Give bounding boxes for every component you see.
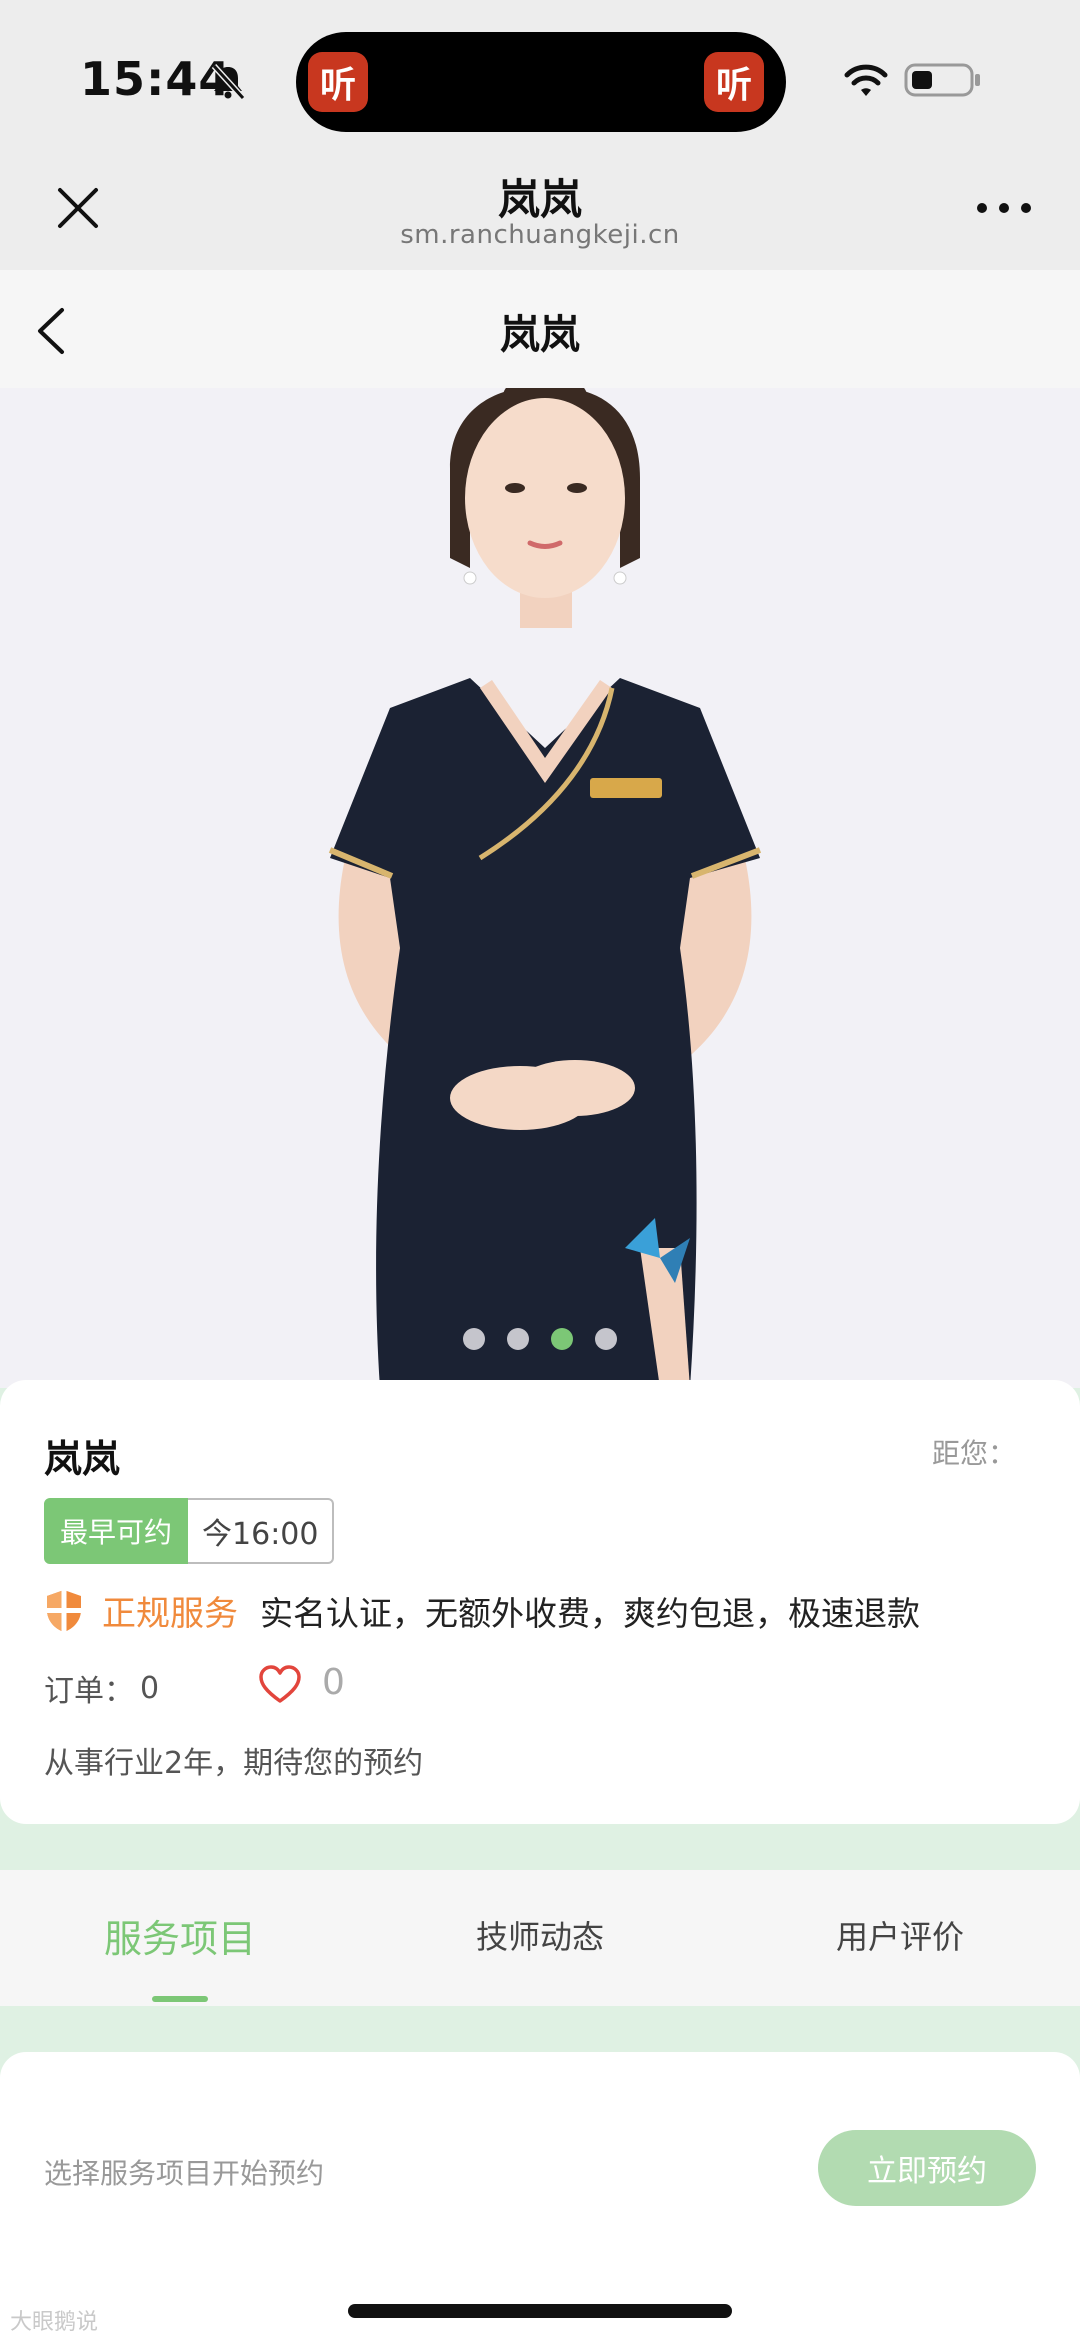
photo-carousel[interactable]: [0, 388, 1080, 1388]
listen-app-icon[interactable]: 听: [308, 52, 368, 112]
heart-icon[interactable]: [258, 1664, 302, 1704]
carousel-dot[interactable]: [507, 1328, 529, 1350]
wifi-icon: [844, 64, 888, 96]
battery-icon: [904, 63, 980, 97]
carousel-dot[interactable]: [551, 1328, 573, 1350]
therapist-info-card: 岚岚 距您： 最早可约 今16:00 正规服务 实名认证，无额外收费，爽约包退，…: [0, 1380, 1080, 1824]
active-tab-indicator: [152, 1996, 208, 2002]
shield-icon: [47, 1589, 81, 1632]
therapist-bio: 从事行业2年，期待您的预约: [44, 1746, 424, 1781]
carousel-dot[interactable]: [463, 1328, 485, 1350]
carousel-dots: [0, 1328, 1080, 1350]
page-nav-bar: 岚岚: [0, 270, 1080, 388]
likes-count: 0: [322, 1662, 345, 1703]
therapist-name: 岚岚: [44, 1437, 121, 1481]
tab-therapist-updates[interactable]: 技师动态: [390, 1912, 690, 1958]
status-bar: 15:44 听 听: [0, 0, 1080, 158]
home-indicator[interactable]: [348, 2304, 732, 2318]
book-now-button[interactable]: 立即预约: [818, 2130, 1036, 2206]
orders-value: 0: [140, 1670, 160, 1706]
browser-header: 岚岚 sm.ranchuangkeji.cn: [0, 158, 1080, 270]
therapist-photo: [0, 388, 1080, 1388]
booking-panel: 选择服务项目开始预约 立即预约: [0, 2052, 1080, 2341]
watermark: 大眼鹅说: [10, 2310, 99, 2335]
browser-title: 岚岚: [497, 175, 582, 224]
content-tabs: 服务项目 技师动态 用户评价: [0, 1870, 1080, 2006]
tab-services[interactable]: 服务项目: [30, 1908, 330, 1963]
service-guarantee: 正规服务 实名认证，无额外收费，爽约包退，极速退款: [44, 1586, 920, 1635]
distance-label: 距您：: [931, 1437, 1016, 1470]
more-dots-icon[interactable]: [974, 188, 1034, 228]
booking-hint: 选择服务项目开始预约: [44, 2157, 325, 2190]
page-title: 岚岚: [500, 312, 580, 358]
bell-slash-icon: [211, 63, 246, 101]
guarantee-tag: 正规服务: [102, 1594, 238, 1634]
carousel-dot[interactable]: [595, 1328, 617, 1350]
guarantee-description: 实名认证，无额外收费，爽约包退，极速退款: [260, 1593, 920, 1633]
orders-count: 订单： 0: [44, 1666, 159, 1710]
orders-label: 订单：: [44, 1674, 134, 1709]
earliest-available: 最早可约 今16:00: [44, 1498, 335, 1564]
earliest-time: 今16:00: [188, 1498, 335, 1564]
tab-user-reviews[interactable]: 用户评价: [750, 1912, 1050, 1958]
listen-app-icon-right[interactable]: 听: [704, 52, 764, 112]
earliest-label: 最早可约: [44, 1498, 189, 1564]
dynamic-island: 听 听: [296, 32, 786, 132]
browser-url: sm.ranchuangkeji.cn: [400, 220, 680, 250]
